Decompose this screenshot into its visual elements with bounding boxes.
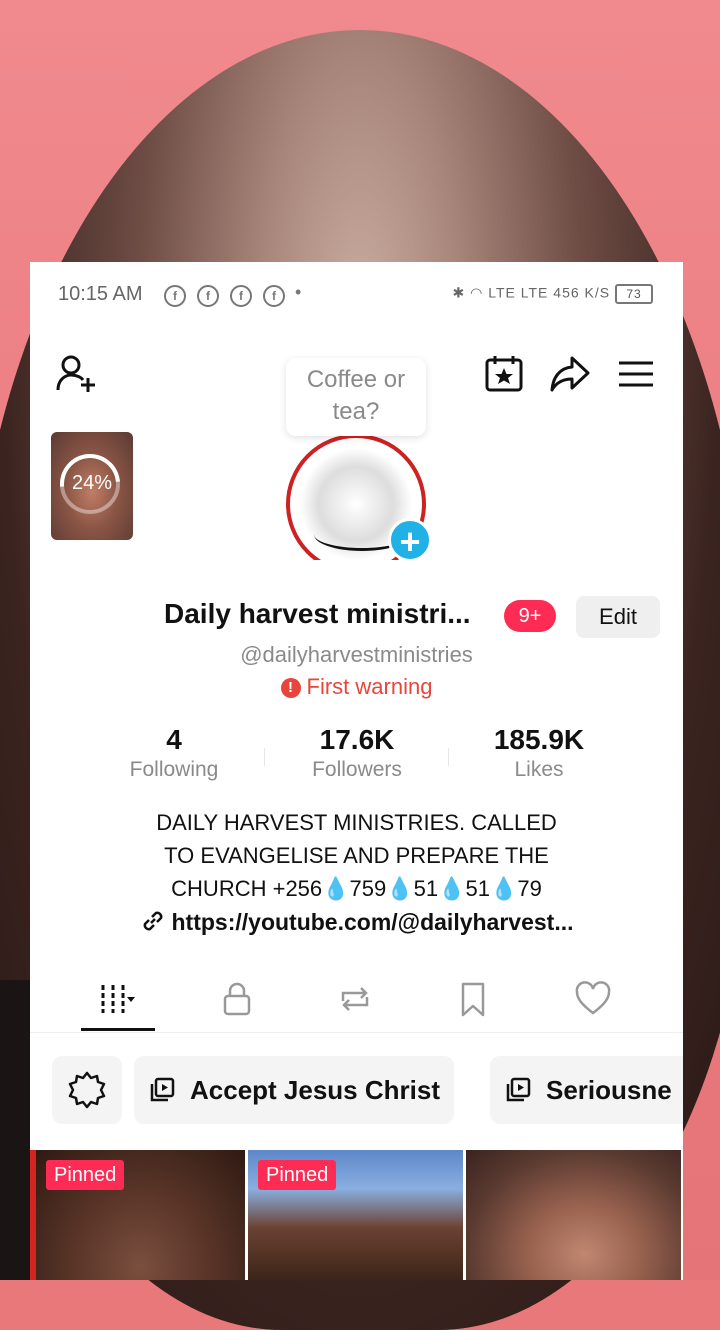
share-button[interactable] [548, 352, 592, 396]
stat-likes[interactable]: 185.9K Likes [464, 724, 614, 782]
status-time: 10:15 AM [58, 283, 143, 305]
link-text: https://youtube.com/@dailyharvest... [171, 909, 574, 935]
network-status: LTE LTE 456 K/S [488, 284, 611, 301]
gear-icon [68, 1071, 106, 1109]
profile-handle: @dailyharvestministries [240, 642, 473, 667]
video-grid-icon [101, 985, 135, 1013]
menu-button[interactable] [614, 352, 658, 396]
tab-favorites[interactable] [448, 974, 498, 1024]
upload-progress-text: 24% [71, 472, 113, 494]
video-thumbnail[interactable]: Pinned [30, 1150, 245, 1280]
warning-text: First warning [306, 674, 433, 699]
tab-reposts[interactable] [330, 974, 380, 1024]
tab-private[interactable] [212, 974, 262, 1024]
stat-followers[interactable]: 17.6K Followers [282, 724, 432, 782]
pinned-badge: Pinned [258, 1160, 337, 1190]
collections-settings-button[interactable] [52, 1056, 122, 1124]
lock-icon [223, 982, 251, 1016]
hamburger-menu-icon [619, 361, 653, 387]
playlist-label: Accept Jesus Christ [190, 1075, 440, 1105]
video-grid: Pinned Pinned [30, 1150, 683, 1280]
first-warning-link[interactable]: ! First warning [30, 674, 683, 700]
link-icon [140, 908, 166, 940]
more-notifications-dot: • [295, 282, 302, 302]
profile-screenshot-panel: 10:15 AM f f f f • ✱ ◠ LTE LTE 456 K/S 7… [30, 262, 683, 1280]
repost-icon [341, 987, 369, 1011]
profile-link[interactable]: https://youtube.com/@dailyharvest... [30, 908, 683, 940]
profile-stats: 4 Following 17.6K Followers 185.9K Likes [30, 724, 683, 784]
active-tab-indicator [81, 1028, 155, 1031]
status-bar: 10:15 AM f f f f • ✱ ◠ LTE LTE 456 K/S 7… [30, 280, 683, 310]
tab-videos[interactable] [92, 974, 142, 1024]
calendar-star-icon [485, 356, 523, 392]
edit-profile-button[interactable]: Edit [576, 596, 660, 638]
stat-following[interactable]: 4 Following [99, 724, 249, 782]
playlist-icon [506, 1077, 531, 1102]
playlist-chip[interactable]: Accept Jesus Christ [134, 1056, 454, 1124]
notification-badge[interactable]: 9+ [504, 600, 556, 632]
collections-row: Accept Jesus Christ Seriousne [30, 1052, 683, 1128]
stat-divider [264, 748, 265, 766]
video-thumbnail[interactable] [466, 1150, 681, 1280]
facebook-icon: f [197, 285, 219, 307]
stat-value: 4 [166, 724, 182, 755]
stat-divider [448, 748, 449, 766]
stat-label: Likes [514, 758, 564, 781]
story-upload-thumbnail[interactable]: 24% [51, 432, 133, 540]
battery-icon: 73 [615, 284, 653, 304]
profile-tabs [30, 966, 683, 1033]
wifi-icon: ◠ [470, 284, 484, 301]
calendar-button[interactable] [482, 352, 526, 396]
bluetooth-icon: ✱ [452, 284, 466, 301]
pinned-badge: Pinned [46, 1160, 125, 1190]
stat-value: 185.9K [493, 724, 585, 755]
playlist-icon [150, 1077, 175, 1102]
profile-bio: DAILY HARVEST MINISTRIES. CALLED TO EVAN… [156, 810, 557, 901]
facebook-icon: f [164, 285, 186, 307]
tab-liked[interactable] [568, 974, 618, 1024]
share-arrow-icon [550, 356, 590, 392]
stat-label: Following [129, 758, 219, 781]
stat-value: 17.6K [319, 724, 395, 755]
playlist-label: Seriousne [546, 1075, 672, 1105]
system-icons: ✱ ◠ LTE LTE 456 K/S 73 [452, 284, 653, 304]
video-thumbnail[interactable]: Pinned [248, 1150, 463, 1280]
add-friend-button[interactable] [54, 352, 98, 396]
tooltip-bubble: Coffee or tea? [286, 358, 426, 436]
facebook-icon: f [230, 285, 252, 307]
add-story-plus-button[interactable]: + [388, 518, 432, 562]
playlist-chip[interactable]: Seriousne [490, 1056, 683, 1124]
warning-icon: ! [280, 678, 301, 698]
add-user-icon [56, 355, 95, 392]
heart-icon [575, 981, 611, 1015]
facebook-icon: f [263, 285, 285, 307]
stat-label: Followers [312, 758, 402, 781]
profile-name: Daily harvest ministri... [164, 598, 471, 629]
bookmark-icon [461, 982, 485, 1017]
